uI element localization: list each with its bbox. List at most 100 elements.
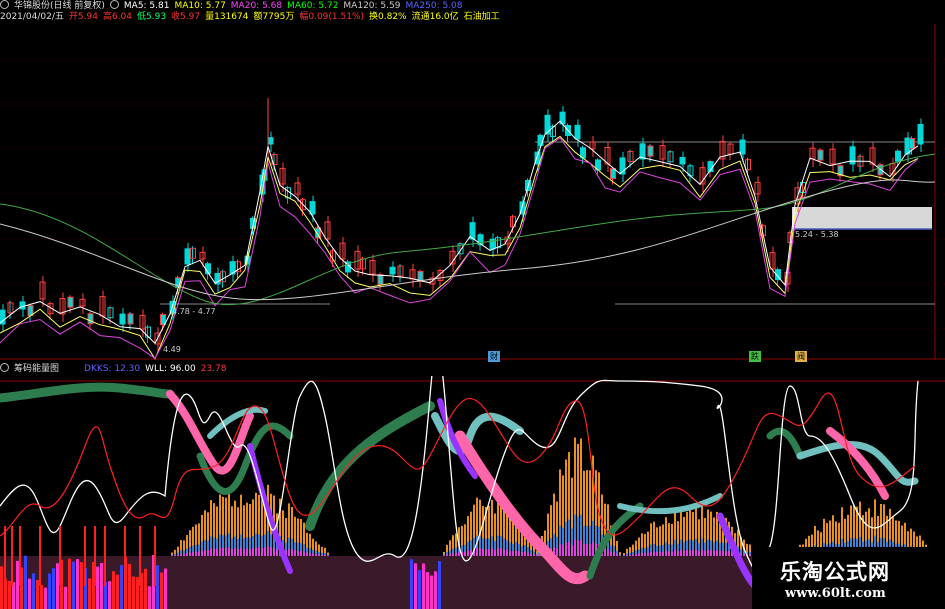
volume-bar xyxy=(8,581,11,609)
energy-bar-pink xyxy=(500,548,502,556)
energy-bar-pink xyxy=(297,550,299,556)
energy-bar-pink xyxy=(318,554,320,556)
quote-item-6: 幅0.09(1.51%) xyxy=(299,12,365,22)
volume-bar xyxy=(72,561,75,609)
energy-bar-pink xyxy=(294,550,296,556)
energy-bar-pink xyxy=(186,553,188,556)
signal-line xyxy=(0,392,916,537)
energy-bar-pink xyxy=(613,551,615,556)
volume-bar xyxy=(36,580,39,609)
energy-bar-pink xyxy=(650,551,652,556)
energy-bar-pink xyxy=(559,543,561,556)
quote-item-3: 收5.97 xyxy=(171,12,201,22)
energy-bar-pink xyxy=(683,550,685,556)
energy-bar-pink xyxy=(716,549,718,556)
energy-bar-pink xyxy=(641,552,643,556)
energy-bar-pink xyxy=(189,552,191,556)
ma-label-4: MA120: 5.59 xyxy=(343,1,401,11)
energy-bar-pink xyxy=(568,541,570,556)
energy-bar-pink xyxy=(485,549,487,556)
energy-bar-pink xyxy=(704,550,706,556)
indicator-item-1: WLL: 96.00 xyxy=(145,364,196,374)
ma-legend: MA5: 5.81 MA10: 5.77 MA20: 5.68 MA60: 5.72 M… xyxy=(124,1,468,11)
event-marker-limit[interactable]: 阀 xyxy=(795,351,807,362)
energy-bar-pink xyxy=(198,551,200,556)
indicator-title-bar: 筹码能量图 DKKS: 12.30 WLL: 96.00 23.78 xyxy=(0,363,945,375)
energy-bar-pink xyxy=(237,549,239,556)
energy-bar-pink xyxy=(586,543,588,556)
ma5-line xyxy=(0,120,919,345)
energy-bar-pink xyxy=(509,550,511,556)
ma-label-1: MA10: 5.77 xyxy=(174,1,226,11)
energy-bar-pink xyxy=(536,555,538,556)
indicator-name: 筹码能量图 xyxy=(14,364,60,374)
volume-bar xyxy=(76,559,79,609)
energy-bar-pink xyxy=(665,550,667,556)
energy-bar-pink xyxy=(533,554,535,556)
candle-body xyxy=(119,313,126,325)
energy-bar-pink xyxy=(610,551,612,556)
energy-bar-pink xyxy=(592,541,594,556)
energy-bar-pink xyxy=(497,547,499,556)
energy-bar-pink xyxy=(571,545,573,556)
energy-bar-pink xyxy=(183,553,185,556)
toggle-circle-icon[interactable] xyxy=(109,0,119,9)
candle-body xyxy=(67,296,74,308)
event-marker-drop[interactable]: 跌 xyxy=(749,351,761,362)
energy-bar-pink xyxy=(321,554,323,556)
energy-bar-pink xyxy=(315,553,317,556)
energy-bar-pink xyxy=(213,548,215,556)
energy-bar-pink xyxy=(503,549,505,556)
candle-body xyxy=(647,145,654,157)
energy-bar-pink xyxy=(580,539,582,556)
indicator-item-0: DKKS: 12.30 xyxy=(84,364,141,374)
highlight-box xyxy=(792,207,932,229)
energy-bar-pink xyxy=(204,549,206,556)
range-label-1: 4.78 - 4.77 xyxy=(172,307,216,316)
volume-bar xyxy=(112,571,115,609)
volume-bar xyxy=(12,582,15,609)
volume-bar xyxy=(422,563,425,609)
energy-bar-pink xyxy=(518,551,520,556)
energy-bar-pink xyxy=(512,551,514,556)
energy-bar-pink xyxy=(607,548,609,556)
settings-circle-icon[interactable] xyxy=(0,0,9,9)
energy-bar-pink xyxy=(616,553,618,556)
volume-bar xyxy=(108,581,111,609)
energy-bar-pink xyxy=(749,554,751,556)
energy-bar-pink xyxy=(309,552,311,556)
volume-bar xyxy=(438,561,441,609)
energy-bar-pink xyxy=(210,548,212,556)
stock-name: 华锦股份(日线 前复权) xyxy=(14,1,105,11)
candle-body xyxy=(574,124,581,140)
energy-bar-pink xyxy=(482,549,484,556)
energy-bar-pink xyxy=(707,549,709,556)
energy-bar-pink xyxy=(258,547,260,556)
energy-bar-pink xyxy=(267,546,269,556)
event-marker-finance[interactable]: 财 xyxy=(488,351,500,362)
energy-bar-pink xyxy=(713,550,715,556)
energy-bar-pink xyxy=(446,554,448,556)
energy-bar-pink xyxy=(515,550,517,556)
energy-bar-pink xyxy=(264,547,266,556)
candle-body xyxy=(184,248,191,265)
candle-body xyxy=(267,137,274,145)
energy-bar-pink xyxy=(710,549,712,556)
ma10-line xyxy=(0,135,919,360)
indicator-settings-icon[interactable] xyxy=(0,363,9,372)
energy-bar-pink xyxy=(701,549,703,556)
volume-bar xyxy=(136,577,139,609)
volume-bar xyxy=(410,559,413,609)
energy-bar-pink xyxy=(680,549,682,556)
watermark-name: 乐淘公式网 xyxy=(780,560,890,584)
volume-bar xyxy=(418,570,421,609)
candle-body xyxy=(537,134,544,146)
volume-bar xyxy=(80,562,83,609)
volume-bar xyxy=(120,565,123,609)
energy-bar-pink xyxy=(231,549,233,556)
price-chart[interactable] xyxy=(0,24,945,364)
volume-bar xyxy=(414,563,417,609)
quote-item-4: 量131674 xyxy=(205,12,249,22)
candle-body xyxy=(739,139,746,155)
candle-body xyxy=(87,313,94,325)
